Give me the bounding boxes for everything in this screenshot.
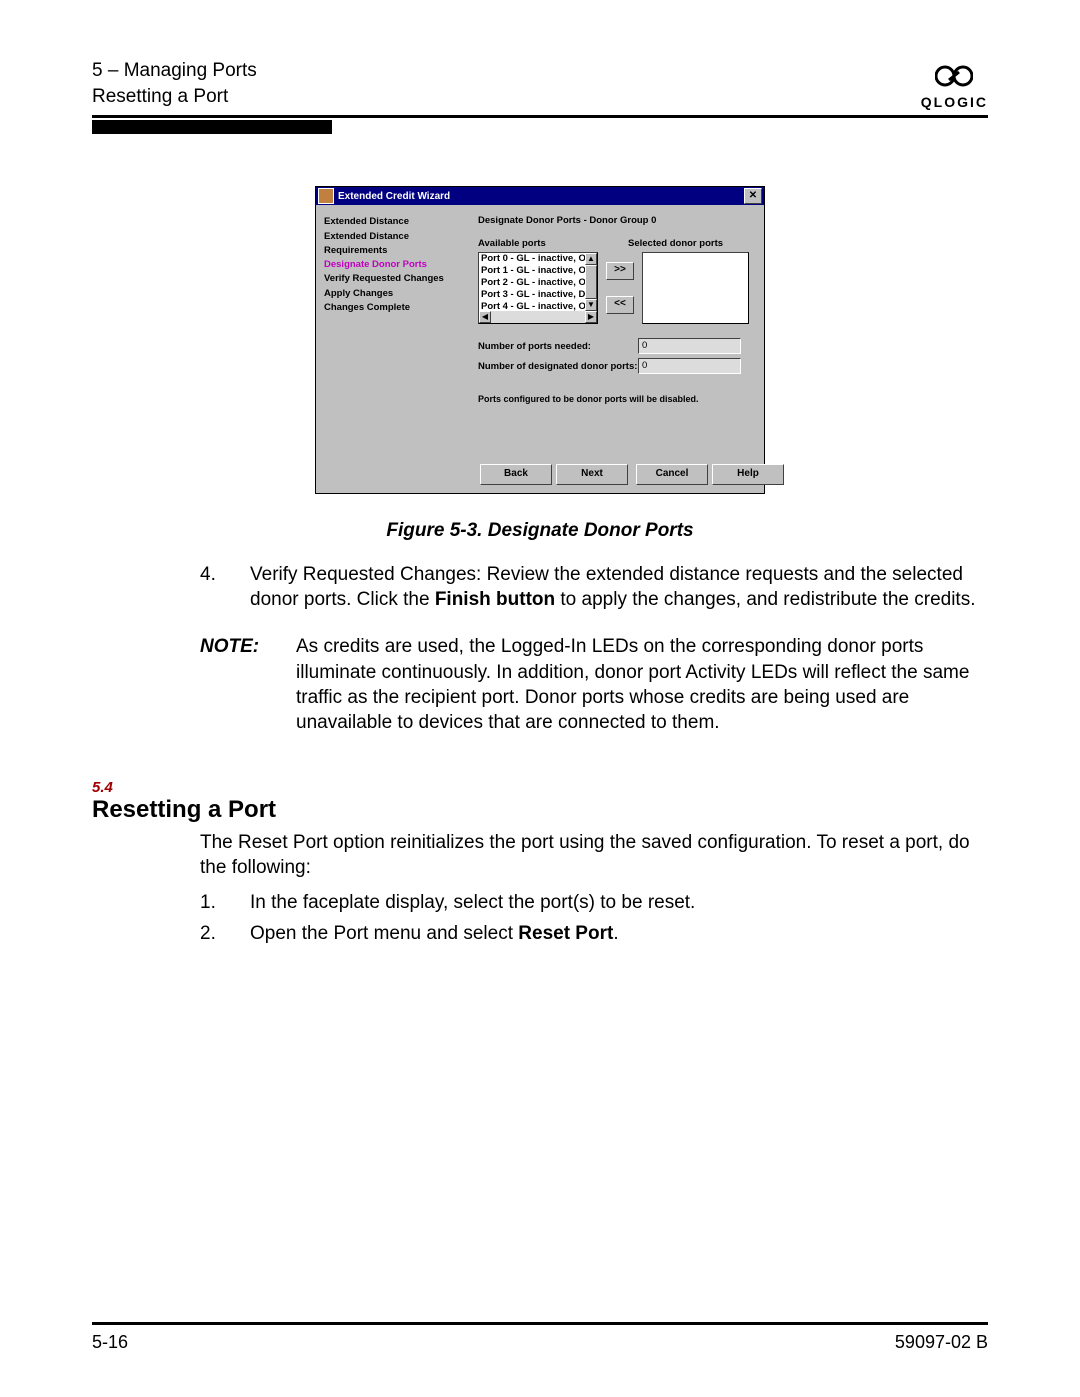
section-body: The Reset Port option reinitializes the … xyxy=(92,830,988,946)
text-span: Open the Port menu and select xyxy=(250,923,518,944)
note-block: NOTE: As credits are used, the Logged-In… xyxy=(200,634,988,734)
text-span: . xyxy=(613,923,618,944)
list-item[interactable]: Port 2 - GL - inactive, Online xyxy=(479,277,597,289)
move-left-button[interactable]: << xyxy=(606,296,634,314)
header-text: 5 – Managing Ports Resetting a Port xyxy=(92,58,257,109)
step-4-text: Verify Requested Changes: Review the ext… xyxy=(250,562,988,612)
available-ports-label: Available ports xyxy=(478,238,628,249)
wizard-titlebar: Extended Credit Wizard ✕ xyxy=(316,187,764,205)
page-footer: 5-16 59097-02 B xyxy=(92,1332,988,1353)
step-apply-changes[interactable]: Apply Changes xyxy=(324,287,466,301)
back-button[interactable]: Back xyxy=(480,464,552,485)
logo-text: QLOGIC xyxy=(921,95,988,109)
step-verify-changes[interactable]: Verify Requested Changes xyxy=(324,272,466,286)
header-rule xyxy=(92,115,988,118)
qlogic-icon xyxy=(935,63,973,89)
list-column-labels: Available ports Selected donor ports xyxy=(478,238,756,249)
designated-ports-value: 0 xyxy=(638,358,741,374)
close-icon[interactable]: ✕ xyxy=(744,188,762,204)
wizard-footer: Back Next Cancel Help xyxy=(316,458,764,493)
page-header: 5 – Managing Ports Resetting a Port QLOG… xyxy=(92,58,988,109)
scroll-up-icon[interactable]: ▲ xyxy=(585,253,597,265)
brand-logo: QLOGIC xyxy=(921,63,988,109)
doc-number: 59097-02 B xyxy=(895,1332,988,1353)
section-intro: The Reset Port option reinitializes the … xyxy=(200,830,988,880)
designated-ports-row: Number of designated donor ports: 0 xyxy=(478,358,756,374)
selected-donor-ports-label: Selected donor ports xyxy=(628,238,723,249)
reset-step-1: 1. In the faceplate display, select the … xyxy=(200,890,988,915)
list-item[interactable]: Port 1 - GL - inactive, Online xyxy=(479,265,597,277)
step-changes-complete[interactable]: Changes Complete xyxy=(324,301,466,315)
ports-needed-value: 0 xyxy=(638,338,741,354)
extended-credit-wizard: Extended Credit Wizard ✕ Extended Distan… xyxy=(315,186,765,494)
available-ports-listbox[interactable]: Port 0 - GL - inactive, Offline Port 1 -… xyxy=(478,252,598,324)
move-buttons: >> << xyxy=(606,262,634,314)
help-button[interactable]: Help xyxy=(712,464,784,485)
finish-button-label: Finish button xyxy=(435,589,555,610)
list-number: 2. xyxy=(200,921,250,946)
cancel-button[interactable]: Cancel xyxy=(636,464,708,485)
step-ext-dist-req[interactable]: Extended Distance Requirements xyxy=(324,230,466,259)
designated-ports-label: Number of designated donor ports: xyxy=(478,361,638,372)
vertical-scrollbar[interactable]: ▲ ▼ xyxy=(585,253,597,311)
body-content: 4. Verify Requested Changes: Review the … xyxy=(92,562,988,734)
step-4: 4. Verify Requested Changes: Review the … xyxy=(200,562,988,612)
list-text: Open the Port menu and select Reset Port… xyxy=(250,921,988,946)
scroll-thumb[interactable] xyxy=(585,265,597,299)
wizard-steps: Extended Distance Extended Distance Requ… xyxy=(324,211,466,458)
wizard-title-text: Extended Credit Wizard xyxy=(338,191,744,202)
scroll-left-icon[interactable]: ◀ xyxy=(479,311,491,323)
donor-ports-note: Ports configured to be donor ports will … xyxy=(478,394,756,404)
chapter-line: 5 – Managing Ports xyxy=(92,58,257,84)
move-right-button[interactable]: >> xyxy=(606,262,634,280)
ports-needed-row: Number of ports needed: 0 xyxy=(478,338,756,354)
section-line: Resetting a Port xyxy=(92,84,257,110)
scroll-right-icon[interactable]: ▶ xyxy=(585,311,597,323)
list-text: In the faceplate display, select the por… xyxy=(250,890,988,915)
list-item[interactable]: Port 3 - GL - inactive, Diagno xyxy=(479,289,597,301)
footer-rule xyxy=(92,1322,988,1325)
wizard-body: Extended Distance Extended Distance Requ… xyxy=(316,205,764,458)
lists-row: Port 0 - GL - inactive, Offline Port 1 -… xyxy=(478,252,756,324)
text-span: to apply the changes, and redistribute t… xyxy=(555,589,975,610)
page-number: 5-16 xyxy=(92,1332,128,1353)
list-number: 1. xyxy=(200,890,250,915)
reset-port-label: Reset Port xyxy=(518,923,613,944)
scroll-down-icon[interactable]: ▼ xyxy=(585,299,597,311)
header-tab xyxy=(92,120,332,134)
figure-caption: Figure 5-3. Designate Donor Ports xyxy=(92,520,988,542)
ports-needed-label: Number of ports needed: xyxy=(478,341,638,352)
step-extended-distance[interactable]: Extended Distance xyxy=(324,215,466,229)
reset-step-2: 2. Open the Port menu and select Reset P… xyxy=(200,921,988,946)
step-designate-donor-ports[interactable]: Designate Donor Ports xyxy=(324,258,466,272)
wizard-title-icon xyxy=(318,188,334,204)
section-number: 5.4 xyxy=(92,779,988,796)
wizard-main-title: Designate Donor Ports - Donor Group 0 xyxy=(478,215,756,226)
note-text: As credits are used, the Logged-In LEDs … xyxy=(296,634,988,734)
next-button[interactable]: Next xyxy=(556,464,628,485)
section-title: Resetting a Port xyxy=(92,796,988,824)
step-4-number: 4. xyxy=(200,562,250,612)
note-label: NOTE: xyxy=(200,634,296,734)
list-item[interactable]: Port 0 - GL - inactive, Offline xyxy=(479,253,597,265)
selected-donor-ports-listbox[interactable] xyxy=(642,252,749,324)
wizard-main: Designate Donor Ports - Donor Group 0 Av… xyxy=(478,211,756,458)
page: 5 – Managing Ports Resetting a Port QLOG… xyxy=(0,0,1080,1397)
horizontal-scrollbar[interactable]: ◀ ▶ xyxy=(479,311,597,323)
